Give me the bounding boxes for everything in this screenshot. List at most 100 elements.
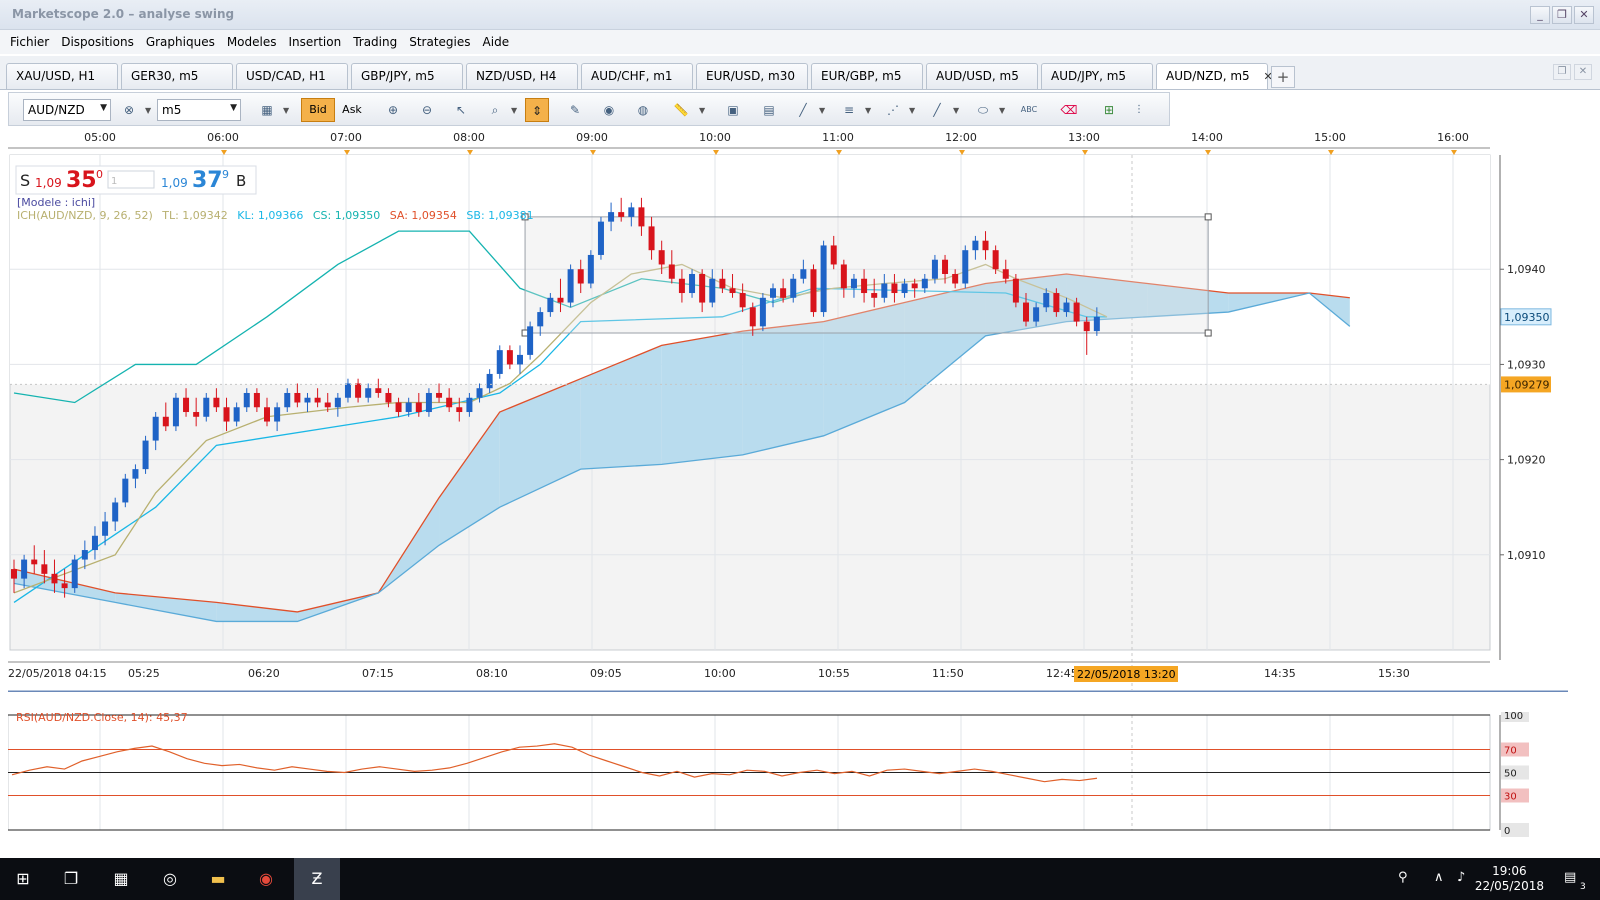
candle — [142, 435, 149, 474]
notification-count: 3 — [1580, 882, 1586, 892]
eye-icon[interactable]: ◉ — [597, 98, 621, 122]
rsi-level-label: 100 — [1504, 712, 1523, 722]
tab-gbp-jpy[interactable]: GBP/JPY, m5 — [351, 63, 463, 89]
top-time-label: 13:00 — [1068, 131, 1100, 144]
picture-icon[interactable]: ▣ — [721, 98, 745, 122]
rectangle-shape — [524, 216, 1209, 334]
ask-button[interactable]: Ask — [335, 98, 369, 122]
top-time-label: 05:00 — [84, 131, 116, 144]
bottom-time-label: 12:45 — [1046, 667, 1078, 680]
tab-usd-cad[interactable]: USD/CAD, H1 — [236, 63, 348, 89]
tab-eur-gbp[interactable]: EUR/GBP, m5 — [811, 63, 923, 89]
more-icon[interactable]: ⋮ — [1127, 98, 1151, 122]
menu-graphiques[interactable]: Graphiques — [140, 35, 221, 49]
marker-price-label: 1,09279 — [1504, 378, 1550, 391]
maximize-button[interactable]: ❐ — [1552, 6, 1572, 24]
session-marker — [1082, 150, 1088, 155]
volume-icon[interactable]: ♪ — [1457, 870, 1465, 885]
bottom-time-label: 15:30 — [1378, 667, 1410, 680]
ellipse-icon[interactable]: ⬭ — [971, 98, 995, 122]
menu-insertion[interactable]: Insertion — [283, 35, 348, 49]
people-icon[interactable]: ⚲ — [1398, 870, 1408, 885]
top-time-label: 15:00 — [1314, 131, 1346, 144]
candle — [587, 250, 594, 289]
sell-price-big[interactable]: 1,09 — [35, 176, 62, 190]
bottom-time-label: 07:15 — [362, 667, 394, 680]
rsi-chart[interactable]: 100 70 50 30 0 RSI(AUD/NZD.Close, 14): 45,37 — [8, 712, 1568, 848]
marketscope-taskbar-icon[interactable]: Ƶ — [294, 858, 340, 900]
chevron-down-icon: ▼ — [865, 106, 872, 115]
timeframe-select[interactable]: m5 ▼ — [157, 99, 241, 121]
price-chart[interactable]: 05:00 06:00 07:00 08:00 09:00 10:00 11:00 12:00… — [8, 130, 1568, 692]
add-tab-button[interactable]: + — [1271, 66, 1295, 88]
top-time-label: 16:00 — [1437, 131, 1469, 144]
session-marker — [1205, 150, 1211, 155]
tab-label: AUD/NZD, m5 — [1166, 69, 1250, 83]
app-store-icon[interactable]: ▦ — [109, 867, 133, 891]
cloud-segment — [661, 331, 743, 465]
hierarchy-icon[interactable]: ⊞ — [1097, 98, 1121, 122]
candle — [759, 293, 766, 332]
minimize-button[interactable]: _ — [1530, 6, 1550, 24]
candle — [122, 473, 129, 508]
autoscroll-icon[interactable]: ⇕ — [525, 98, 549, 122]
menu-trading[interactable]: Trading — [347, 35, 403, 49]
candle — [496, 345, 503, 379]
trend-tools-icon[interactable]: ╱ — [791, 98, 815, 122]
restore-icon[interactable]: ❐ — [1553, 64, 1571, 80]
rectangle-handle — [1204, 213, 1212, 221]
browser-icon[interactable]: ◎ — [158, 867, 182, 891]
top-time-label: 14:00 — [1191, 131, 1223, 144]
notification-icon[interactable]: ▤ — [1564, 870, 1576, 885]
link-icon[interactable]: ⊗ — [117, 98, 141, 122]
tab-aud-jpy[interactable]: AUD/JPY, m5 — [1041, 63, 1153, 89]
chevron-down-icon: ▼ — [145, 106, 152, 115]
windows-start-icon[interactable]: ⊞ — [11, 867, 35, 891]
lines-icon[interactable]: ≡ — [837, 98, 861, 122]
bottom-time-label: 10:55 — [818, 667, 850, 680]
pen-icon[interactable]: ╱ — [925, 98, 949, 122]
bid-button[interactable]: Bid — [301, 98, 335, 122]
indicator-legend[interactable]: ICH(AUD/NZD, 9, 26, 52) TL: 1,09342 KL: … — [17, 209, 534, 222]
file-explorer-icon[interactable]: ▬ — [206, 867, 230, 891]
ruler-icon[interactable]: 📏 — [669, 98, 693, 122]
buy-price-pips[interactable]: 37 — [192, 168, 223, 193]
show-hidden-icon[interactable]: ∧ — [1434, 870, 1444, 885]
zoom-area-icon[interactable]: ⌕ — [483, 98, 507, 122]
menu-dispositions[interactable]: Dispositions — [55, 35, 140, 49]
globe-icon[interactable]: ◍ — [631, 98, 655, 122]
task-view-icon[interactable]: ❐ — [59, 867, 83, 891]
properties-icon[interactable]: ✎ — [563, 98, 587, 122]
pointer-icon[interactable]: ↖ — [449, 98, 473, 122]
buy-price-big[interactable]: 1,09 — [161, 176, 188, 190]
close-button[interactable]: ✕ — [1574, 6, 1594, 24]
taskbar-clock[interactable]: 19:06 22/05/2018 — [1475, 864, 1544, 894]
zoom-in-icon[interactable]: ⊕ — [381, 98, 405, 122]
tab-aud-nzd[interactable]: AUD/NZD, m5 ✕ — [1156, 63, 1273, 89]
menu-fichier[interactable]: Fichier — [4, 35, 55, 49]
menu-modeles[interactable]: Modeles — [221, 35, 283, 49]
candle — [962, 245, 969, 289]
tab-xau-usd[interactable]: XAU/USD, H1 — [6, 63, 118, 89]
tab-nzd-usd[interactable]: NZD/USD, H4 — [466, 63, 578, 89]
close-chart-icon[interactable]: ✕ — [1574, 64, 1592, 80]
eraser-icon[interactable]: ⌫ — [1057, 98, 1081, 122]
chrome-icon[interactable]: ◉ — [254, 867, 278, 891]
top-time-label: 08:00 — [453, 131, 485, 144]
fan-icon[interactable]: ⋰ — [881, 98, 905, 122]
instrument-select[interactable]: AUD/NZD ▼ — [23, 99, 111, 121]
menu-strategies[interactable]: Strategies — [403, 35, 476, 49]
sell-price-fraction: 0 — [96, 168, 103, 181]
chart-type-icon[interactable]: ▦ — [255, 98, 279, 122]
tab-eur-usd[interactable]: EUR/USD, m30 — [696, 63, 808, 89]
save-chart-icon[interactable]: ▤ — [757, 98, 781, 122]
tab-aud-chf[interactable]: AUD/CHF, m1 — [581, 63, 693, 89]
zoom-out-icon[interactable]: ⊖ — [415, 98, 439, 122]
rsi-level-label: 50 — [1504, 769, 1517, 780]
drawn-rectangle[interactable] — [521, 213, 1212, 337]
menu-aide[interactable]: Aide — [477, 35, 516, 49]
sell-price-pips[interactable]: 35 — [66, 168, 97, 193]
tab-aud-usd[interactable]: AUD/USD, m5 — [926, 63, 1038, 89]
text-tool-icon[interactable]: ABC — [1017, 98, 1041, 122]
tab-ger30[interactable]: GER30, m5 — [121, 63, 233, 89]
